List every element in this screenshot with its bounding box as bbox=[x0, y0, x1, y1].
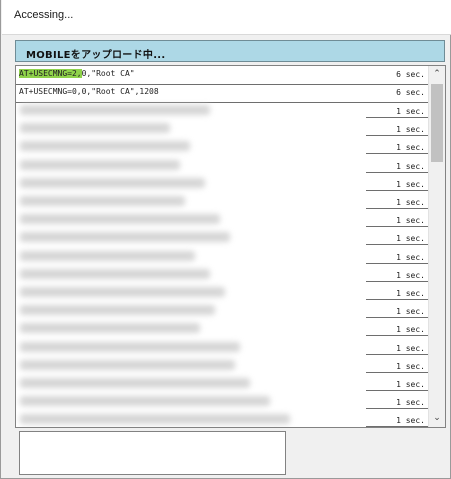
log-time-cell: 1 sec. bbox=[366, 122, 429, 137]
blurred-command bbox=[20, 378, 250, 388]
log-time-cell: 1 sec. bbox=[366, 177, 429, 191]
log-time: 1 sec. bbox=[396, 216, 425, 226]
log-time-cell: 1 sec. bbox=[366, 322, 429, 337]
log-time-cell: 1 sec. bbox=[366, 213, 429, 228]
log-row: 1 sec. bbox=[16, 157, 429, 175]
status-banner-text: MOBILEをアップロード中... bbox=[26, 50, 166, 61]
status-banner: MOBILEをアップロード中... bbox=[15, 40, 445, 62]
log-row: AT+USECMNG=2,0,"Root CA" 6 sec. bbox=[16, 66, 429, 85]
log-time: 1 sec. bbox=[396, 343, 425, 353]
log-row: 1 sec. bbox=[16, 266, 429, 284]
log-time-cell: 1 sec. bbox=[366, 413, 429, 427]
window-title: Accessing... bbox=[14, 9, 74, 21]
blurred-command bbox=[20, 196, 185, 206]
log-time: 1 sec. bbox=[396, 325, 425, 335]
blurred-command bbox=[20, 268, 210, 279]
log-row: 1 sec. bbox=[16, 284, 429, 302]
log-row: 1 sec. bbox=[16, 248, 429, 266]
blurred-command bbox=[20, 250, 195, 261]
log-time-cell: 1 sec. bbox=[366, 268, 429, 282]
log-time: 1 sec. bbox=[396, 107, 425, 116]
log-time: 6 sec. bbox=[396, 88, 425, 97]
log-time-cell: 1 sec. bbox=[366, 159, 429, 173]
log-time: 1 sec. bbox=[396, 179, 425, 189]
detail-text-box[interactable] bbox=[19, 431, 286, 475]
log-command: AT+USECMNG=2,0,"Root CA" bbox=[19, 69, 135, 78]
log-command-highlight: AT+USECMNG=2, bbox=[19, 69, 82, 78]
blurred-command bbox=[20, 396, 270, 407]
blurred-command bbox=[20, 414, 290, 425]
log-row: 1 sec. bbox=[16, 102, 429, 120]
log-time-cell: 1 sec. bbox=[366, 304, 429, 319]
log-time: 1 sec. bbox=[396, 143, 425, 153]
log-time: 1 sec. bbox=[396, 398, 425, 408]
command-log[interactable]: AT+USECMNG=2,0,"Root CA" 6 sec. AT+USECM… bbox=[15, 65, 446, 428]
log-row: 1 sec. bbox=[16, 393, 429, 411]
log-command: AT+USECMNG=0,0,"Root CA",1208 bbox=[19, 87, 159, 96]
blurred-command bbox=[20, 141, 190, 152]
log-time: 1 sec. bbox=[396, 198, 425, 207]
log-time: 1 sec. bbox=[396, 361, 425, 371]
log-time-cell: 1 sec. bbox=[366, 286, 429, 300]
blurred-command bbox=[20, 214, 220, 225]
log-row: 1 sec. bbox=[16, 138, 429, 156]
blurred-command bbox=[20, 232, 230, 243]
blurred-command bbox=[20, 305, 215, 316]
log-row: 1 sec. bbox=[16, 211, 429, 229]
log-row: 1 sec. bbox=[16, 320, 429, 338]
blurred-command bbox=[20, 177, 205, 188]
log-row: 1 sec. bbox=[16, 193, 429, 211]
log-time: 1 sec. bbox=[396, 289, 425, 298]
blurred-command bbox=[20, 323, 200, 334]
log-row: 1 sec. bbox=[16, 339, 429, 357]
chevron-down-icon[interactable]: ⌄ bbox=[429, 410, 445, 427]
log-time: 1 sec. bbox=[396, 307, 425, 317]
log-command-rest: 0,"Root CA" bbox=[81, 69, 135, 78]
log-time: 1 sec. bbox=[396, 252, 425, 262]
scroll-thumb[interactable] bbox=[431, 84, 443, 162]
log-time-cell: 1 sec. bbox=[366, 195, 429, 209]
log-row: 1 sec. bbox=[16, 175, 429, 193]
log-row: AT+USECMNG=0,0,"Root CA",1208 6 sec. bbox=[16, 84, 429, 103]
blurred-command bbox=[20, 359, 235, 370]
log-row: 1 sec. bbox=[16, 229, 429, 247]
blurred-command bbox=[20, 123, 170, 134]
vertical-scrollbar[interactable]: ⌃ ⌄ bbox=[428, 66, 445, 427]
log-time-cell: 1 sec. bbox=[366, 359, 429, 373]
log-row: 1 sec. bbox=[16, 375, 429, 393]
log-row: 1 sec. bbox=[16, 120, 429, 138]
log-time: 1 sec. bbox=[396, 380, 425, 389]
log-time-cell: 1 sec. bbox=[366, 250, 429, 264]
log-time-cell: 1 sec. bbox=[366, 341, 429, 355]
blurred-command bbox=[20, 105, 210, 115]
title-bar: Accessing... bbox=[2, 0, 451, 35]
log-time-cell: 1 sec. bbox=[366, 104, 429, 118]
log-time-cell: 1 sec. bbox=[366, 377, 429, 391]
log-time-cell: 1 sec. bbox=[366, 395, 429, 410]
log-time-cell: 1 sec. bbox=[366, 231, 429, 246]
blurred-command bbox=[20, 159, 180, 170]
chevron-up-icon[interactable]: ⌃ bbox=[429, 66, 445, 83]
log-row: 1 sec. bbox=[16, 411, 429, 427]
progress-dialog: Accessing... MOBILEをアップロード中... AT+USECMN… bbox=[0, 0, 451, 479]
log-time: 1 sec. bbox=[396, 270, 425, 280]
log-time: 1 sec. bbox=[396, 234, 425, 244]
log-time: 6 sec. bbox=[396, 70, 425, 79]
blurred-command bbox=[20, 287, 225, 297]
log-row: 1 sec. bbox=[16, 357, 429, 375]
log-row: 1 sec. bbox=[16, 302, 429, 320]
blurred-command bbox=[20, 341, 240, 352]
log-time: 1 sec. bbox=[396, 161, 425, 171]
log-time: 1 sec. bbox=[396, 125, 425, 135]
log-time-cell: 1 sec. bbox=[366, 140, 429, 155]
log-time: 1 sec. bbox=[396, 416, 425, 426]
